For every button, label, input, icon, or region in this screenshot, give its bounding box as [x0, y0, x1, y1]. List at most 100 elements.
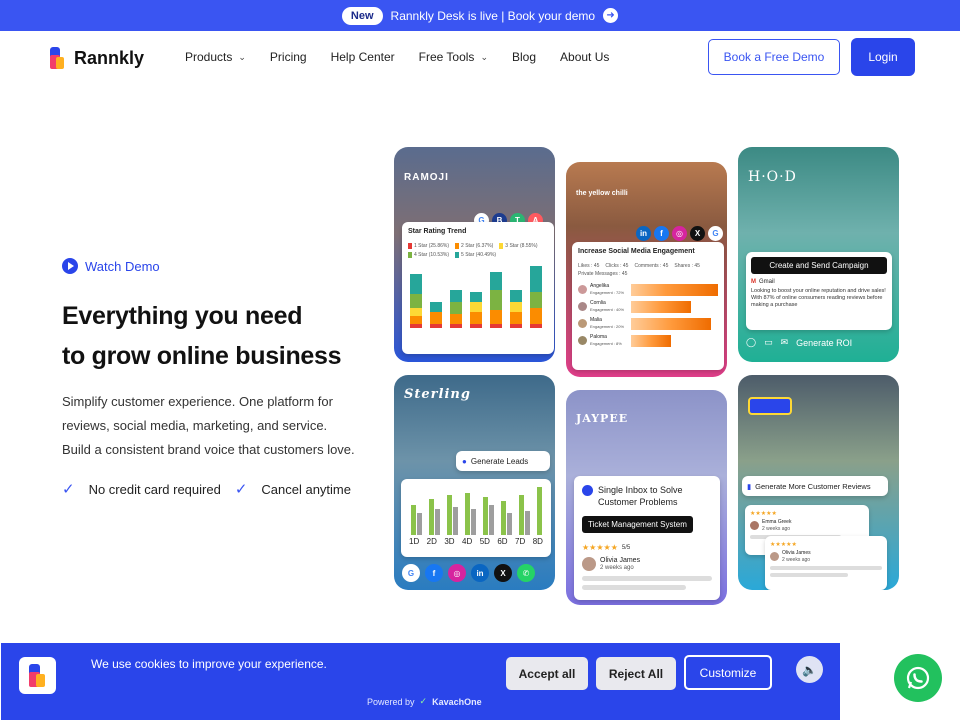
card-leads: Sterling ● Generate Leads 1D 2D 3D 4D 5D… [394, 375, 555, 590]
reviewer-row: Olivia James 2 weeks ago [582, 557, 712, 571]
google-icon: G [708, 226, 723, 241]
reject-all-button[interactable]: Reject All [596, 657, 676, 690]
person-engagement: Engagement : 72% [590, 290, 625, 295]
subtext-line: reviews, social media, marketing, and se… [62, 418, 328, 433]
nav-label: Products [185, 50, 233, 64]
accept-all-button[interactable]: Accept all [506, 657, 588, 690]
speaker-icon[interactable]: 🔈 [796, 656, 823, 683]
powered-brand: KavachOne [432, 696, 482, 707]
nav-item-free-tools[interactable]: Free Tools ⌄ [419, 50, 488, 64]
gmail-row: M Gmail [751, 279, 887, 285]
review-time: 2 weeks ago [762, 526, 791, 532]
day-label: 1D [409, 537, 420, 546]
review-time: 2 weeks ago [600, 565, 634, 571]
stacked-bar-chart [410, 266, 542, 328]
engagement-row: Angelika Engagement : 72% [578, 281, 718, 298]
inbox-title-row: Single Inbox to Solve Customer Problems [582, 484, 712, 508]
hero-subtext: Simplify customer experience. One platfo… [62, 390, 382, 462]
ticket-management-button[interactable]: Ticket Management System [582, 516, 693, 533]
inbox-title: Single Inbox to Solve Customer Problems [598, 485, 683, 507]
person-name: Malia [590, 317, 602, 323]
facebook-icon: f [425, 564, 443, 582]
day-label: 4D [462, 537, 473, 546]
user-icon [582, 485, 593, 496]
lead-channels: G f ◎ in X ✆ [402, 564, 535, 582]
reviews-label: Generate More Customer Reviews [755, 481, 871, 491]
avatar [578, 336, 587, 345]
powered-by: Powered by ✓ KavachOne [367, 696, 482, 707]
legend-item: 5 Star (40.49%) [455, 252, 496, 258]
generate-leads-tag: ● Generate Leads [456, 451, 550, 471]
avatar [578, 302, 587, 311]
mail-icon: ✉ [780, 337, 789, 347]
star-rating-panel: Star Rating Trend 1 Star (25.86%) 2 Star… [402, 222, 554, 354]
stat-item: Private Messages : 45 [578, 271, 628, 277]
stars-icon: ★★★★★ [582, 543, 618, 552]
day-label: 3D [444, 537, 455, 546]
legend-item: 2 Star (6.37%) [455, 243, 493, 249]
nav-item-products[interactable]: Products ⌄ [185, 50, 246, 64]
leads-days: 1D 2D 3D 4D 5D 6D 7D 8D [405, 537, 547, 546]
campaign-panel: Create and Send Campaign M Gmail Looking… [746, 252, 892, 330]
whatsapp-icon: ◯ [746, 337, 757, 347]
engagement-panel: Increase Social Media Engagement Likes :… [572, 242, 724, 370]
stat-item: Clicks : 45 [605, 263, 629, 269]
engagement-bar [631, 300, 691, 313]
chevron-down-icon: ⌄ [238, 51, 246, 62]
reviewer-name: Emma Greek [762, 519, 792, 525]
nav-menu: Products ⌄ Pricing Help Center Free Tools… [185, 50, 609, 64]
cookie-message: We use cookies to improve your experienc… [91, 657, 327, 671]
kavach-icon: ✓ [419, 696, 428, 706]
check-icon: ✓ [62, 481, 75, 498]
avatar [578, 285, 587, 294]
avatar [750, 521, 759, 530]
stat-item: Shares : 45 [674, 263, 700, 269]
chart-icon: ▮ [747, 481, 752, 491]
instagram-icon: ◎ [672, 226, 687, 241]
create-campaign-button[interactable]: Create and Send Campaign [751, 257, 887, 274]
nav-label: Help Center [330, 50, 395, 64]
stars-icon: ★★★★★ [750, 511, 777, 517]
nav-item-help-center[interactable]: Help Center [331, 50, 395, 64]
announcement-text[interactable]: Rannkly Desk is live | Book your demo [391, 9, 596, 23]
google-icon: G [402, 564, 420, 582]
chat-icon: ▭ [764, 337, 773, 347]
nav-item-blog[interactable]: Blog [512, 50, 536, 64]
book-demo-button[interactable]: Book a Free Demo [708, 39, 840, 75]
engagement-bar [631, 334, 671, 347]
person-engagement: Engagement : 40% [590, 307, 625, 312]
hero-checks: ✓ No credit card required ✓ Cancel anyti… [62, 480, 382, 498]
person-engagement: Engagement : 20% [590, 324, 625, 329]
watch-demo-link[interactable]: Watch Demo [62, 258, 382, 274]
legend-item: 3 Star (8.55%) [499, 243, 538, 249]
nav-label: Blog [511, 50, 537, 64]
rannkly-logo-icon [50, 47, 64, 69]
card-brand: JAYPEE [576, 412, 629, 425]
campaign-message: Looking to boost your online reputation … [751, 288, 886, 308]
whatsapp-chat-button[interactable] [894, 654, 942, 702]
headline-line: Everything you need [62, 302, 303, 330]
instagram-icon: ◎ [448, 564, 466, 582]
reviews-tag: ▮ Generate More Customer Reviews [742, 476, 888, 496]
brand-logo[interactable]: Rannkly [50, 47, 144, 69]
engagement-rows: Angelika Engagement : 72% Cornlia Engageme… [578, 281, 718, 349]
engagement-row: Cornlia Engagement : 40% [578, 298, 718, 315]
check-icon: ✓ [234, 481, 248, 498]
person-engagement: Engagement : 8% [590, 341, 622, 346]
nav-label: About Us [560, 50, 610, 64]
stat-item: Comments : 45 [634, 263, 669, 269]
customize-button[interactable]: Customize [684, 655, 772, 690]
nav-item-about-us[interactable]: About Us [560, 50, 609, 64]
announcement-bar[interactable]: New Rannkly Desk is live | Book your dem… [0, 0, 960, 31]
review-time: 2 weeks ago [782, 557, 811, 563]
legend-item: 1 Star (25.86%) [408, 243, 449, 249]
arrow-right-icon[interactable]: ➜ [603, 8, 619, 23]
nav-item-pricing[interactable]: Pricing [270, 50, 307, 64]
person-name: Cornlia [590, 300, 606, 306]
day-label: 6D [497, 537, 508, 546]
stars-icon: ★★★★★ [770, 542, 797, 548]
chevron-down-icon: ⌄ [480, 51, 488, 62]
social-channels: in f ◎ X G [636, 226, 723, 241]
card-inbox: JAYPEE Single Inbox to Solve Customer Pr… [566, 390, 727, 605]
login-button[interactable]: Login [851, 38, 915, 76]
